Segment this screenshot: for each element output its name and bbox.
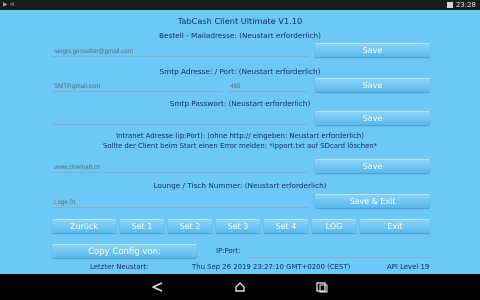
ip-port-label: IP:Port: [216, 247, 241, 255]
save-intranet-button[interactable]: Save [315, 159, 430, 173]
page-title: TabCash Client Ultimate V1.10 [177, 16, 303, 26]
smtp-password-label: Smtp Passwort: (Neustart erforderlich) [169, 99, 311, 108]
system-status-bar: ▶ ⊲ 23:28 [0, 0, 480, 10]
notification-icons: ▶ ⊲ [3, 1, 15, 8]
last-restart-value: Thu Sep 26 2019 23:27:10 GMT+0200 (CEST) [192, 263, 351, 271]
intranet-hint: Sollte der Client beim Start einen Error… [102, 142, 378, 150]
battery-icon [446, 2, 453, 8]
smtp-label: Smtp Adresse: / Port: (Neustart erforder… [159, 67, 321, 76]
back-button[interactable]: Zurück [52, 219, 116, 233]
email-input[interactable] [52, 43, 308, 57]
intranet-label: Intranet Adresse (ip:Port): (ohne http:/… [116, 132, 364, 140]
log-button[interactable]: LOG [312, 219, 356, 233]
smtp-port-input[interactable] [228, 78, 308, 92]
intranet-input[interactable] [52, 159, 308, 173]
last-restart-label: Letzter Neustart: [90, 263, 149, 271]
save-smtp-button[interactable]: Save [315, 78, 430, 92]
home-icon[interactable] [233, 281, 247, 293]
recent-apps-icon[interactable] [315, 281, 329, 293]
copy-config-button[interactable]: Copy Config von: [52, 244, 197, 258]
settings-screen: TabCash Client Ultimate V1.10 Bestell - … [0, 10, 480, 274]
set-1-button[interactable]: Set 1 [120, 219, 164, 233]
lounge-input[interactable] [52, 194, 308, 208]
smtp-address-input[interactable] [52, 78, 222, 92]
smtp-password-input[interactable] [52, 111, 308, 125]
system-navigation-bar [0, 274, 480, 300]
set-4-button[interactable]: Set 4 [264, 219, 308, 233]
clock: 23:28 [455, 1, 476, 9]
set-3-button[interactable]: Set 3 [216, 219, 260, 233]
email-label: Bestell - Mailadresse: (Neustart erforde… [159, 31, 321, 40]
save-exit-button[interactable]: Save & Exit [315, 194, 430, 208]
status-right: 23:28 [446, 1, 476, 9]
exit-button[interactable]: Exit [360, 219, 430, 233]
api-level: API Level 19 [387, 263, 430, 271]
save-email-button[interactable]: Save [315, 43, 430, 57]
copy-ip-port-input[interactable] [250, 244, 430, 258]
set-2-button[interactable]: Set 2 [168, 219, 212, 233]
save-password-button[interactable]: Save [315, 111, 430, 125]
back-icon[interactable] [150, 281, 164, 293]
lounge-label: Lounge / Tisch Nummer: (Neustart erforde… [153, 181, 327, 190]
